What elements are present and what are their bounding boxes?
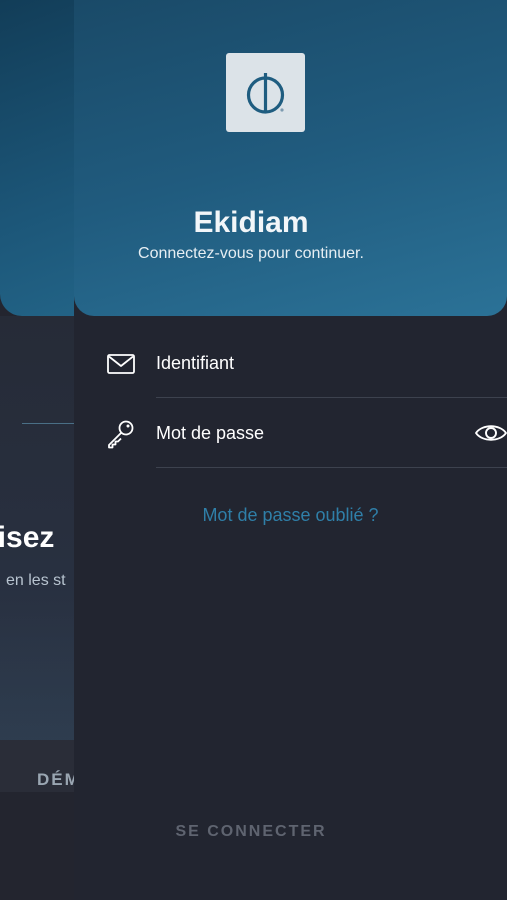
forgot-password-link[interactable]: Mot de passe oublié ? xyxy=(74,505,507,526)
background-divider xyxy=(22,423,74,424)
identifier-field[interactable] xyxy=(74,328,507,398)
login-card: Ekidiam Connectez-vous pour continuer. I… xyxy=(74,0,507,900)
background-heading-text: risez xyxy=(0,521,55,554)
password-field[interactable] xyxy=(74,398,507,468)
password-input[interactable] xyxy=(156,418,456,448)
identifier-input[interactable] xyxy=(156,348,456,378)
login-header: Ekidiam Connectez-vous pour continuer. xyxy=(74,0,507,316)
app-subtitle: Connectez-vous pour continuer. xyxy=(138,245,364,262)
mail-icon xyxy=(105,348,137,380)
background-heading: risez xyxy=(0,521,74,555)
background-start-button: DÉM xyxy=(37,770,74,789)
login-button[interactable]: SE CONNECTER xyxy=(0,812,502,852)
app-title: Ekidiam xyxy=(193,206,309,239)
eye-icon[interactable] xyxy=(474,416,507,450)
key-icon xyxy=(105,418,137,450)
background-subtext: en les st xyxy=(6,572,66,589)
ekidiam-logo-icon xyxy=(226,53,305,132)
password-divider xyxy=(156,467,507,468)
